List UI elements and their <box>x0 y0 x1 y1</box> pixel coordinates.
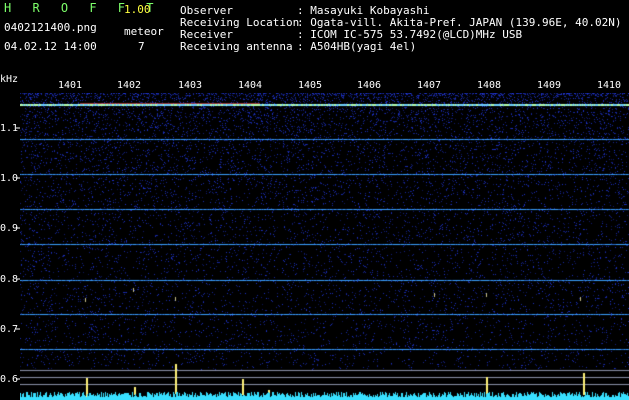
x-tick: 1410 <box>597 80 622 91</box>
x-tick: 1409 <box>537 80 562 91</box>
x-tick: 1406 <box>357 80 382 91</box>
filename-label: 0402121400.png <box>4 21 97 34</box>
meteor-label: meteor <box>124 25 164 38</box>
y-axis-ticks <box>16 127 20 380</box>
x-tick: 1401 <box>58 80 83 91</box>
x-tick: 1408 <box>477 80 502 91</box>
x-tick: 1403 <box>178 80 203 91</box>
spectrogram-canvas <box>20 93 629 400</box>
meteor-count: 7 <box>138 40 145 53</box>
x-tick: 1405 <box>298 80 323 91</box>
antenna-value: : A504HB(yagi 4el) <box>297 40 417 53</box>
app-version: 1.00 <box>124 3 151 16</box>
datetime-label: 04.02.12 14:00 <box>4 40 97 53</box>
x-tick: 1402 <box>117 80 142 91</box>
x-tick: 1407 <box>417 80 442 91</box>
x-tick: 1404 <box>238 80 263 91</box>
y-unit-label: kHz <box>0 74 19 85</box>
antenna-label: Receiving antenna <box>180 40 293 53</box>
